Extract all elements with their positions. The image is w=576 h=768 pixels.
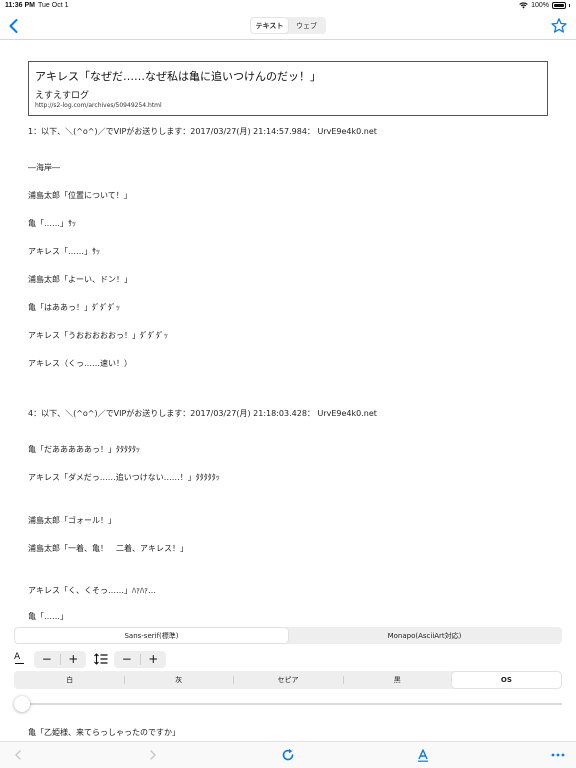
article-body: アキレス「なぜだ……なぜ私は亀に追いつけんのだッ！」 えすえすログ http:/… bbox=[0, 41, 576, 621]
slider-thumb[interactable] bbox=[14, 696, 30, 712]
slider-track bbox=[14, 703, 562, 705]
line-spacing-increase-button[interactable]: + bbox=[141, 651, 167, 668]
font-option-sans-serif[interactable]: Sans-serif(標準) bbox=[15, 628, 288, 643]
text-line: 亀「はああっ！」ﾀﾞﾀﾞﾀﾞｯ bbox=[28, 303, 120, 312]
text-line: 浦島太郎「一着、亀！ 二着、アキレス！」 bbox=[28, 544, 188, 553]
segment-text[interactable]: テキスト bbox=[251, 18, 288, 33]
line-spacing-icon bbox=[94, 653, 108, 665]
text-line: アキレス（くっ……速い！） bbox=[28, 359, 132, 368]
text-line: 浦島太郎「位置について！」 bbox=[28, 191, 132, 200]
status-time: 11:36 PM bbox=[5, 2, 35, 9]
theme-option-sepia[interactable]: セピア bbox=[233, 672, 342, 688]
font-size-decrease-button[interactable]: − bbox=[34, 651, 60, 668]
article-header-card[interactable]: アキレス「なぜだ……なぜ私は亀に追いつけんのだッ！」 えすえすログ http:/… bbox=[28, 61, 548, 116]
brightness-slider[interactable] bbox=[14, 696, 562, 712]
blog-name: えすえすログ bbox=[35, 91, 90, 101]
font-size-increase-button[interactable]: + bbox=[61, 651, 87, 668]
text-line: 浦島太郎「よーい、ドン！」 bbox=[28, 275, 132, 284]
more-icon[interactable] bbox=[550, 747, 566, 763]
chevron-left-icon[interactable] bbox=[10, 747, 26, 763]
display-settings-panel: Sans-serif(標準) Monapo(AsciiArt対応) A − + … bbox=[0, 621, 576, 741]
reload-icon[interactable] bbox=[280, 747, 296, 763]
text-line: 浦島太郎「ゴォール！」 bbox=[28, 516, 116, 525]
reader-screen: 11:36 PM Tue Oct 1 100% テキスト ウェブ アキレス「なぜ… bbox=[0, 0, 576, 768]
star-icon[interactable] bbox=[550, 17, 568, 35]
theme-option-white[interactable]: 白 bbox=[15, 672, 124, 688]
battery-tip bbox=[569, 4, 570, 7]
battery-icon bbox=[552, 2, 566, 9]
font-size-stepper: − + bbox=[34, 651, 86, 668]
text-line: アキレス「く、くそっ……」ﾊｧﾊｧ… bbox=[28, 586, 156, 595]
view-mode-segmented-control: テキスト ウェブ bbox=[250, 17, 326, 34]
line-spacing-stepper: − + bbox=[114, 651, 166, 668]
theme-option-os[interactable]: OS bbox=[451, 672, 562, 688]
theme-segmented-control: 白 灰 セピア 黒 OS bbox=[14, 671, 562, 689]
article-url[interactable]: http://s2-log.com/archives/50949254.html bbox=[35, 102, 162, 109]
font-segmented-control: Sans-serif(標準) Monapo(AsciiArt対応) bbox=[14, 627, 562, 644]
wifi-icon bbox=[519, 2, 528, 9]
font-size-icon: A bbox=[14, 652, 26, 665]
line-spacing-decrease-button[interactable]: − bbox=[114, 651, 140, 668]
text-line: アキレス「……」ｻｯ bbox=[28, 247, 100, 256]
bottom-toolbar bbox=[0, 741, 576, 768]
status-right: 100% bbox=[519, 2, 570, 9]
text-line: ―海岸― bbox=[28, 163, 60, 172]
theme-option-gray[interactable]: 灰 bbox=[124, 672, 233, 688]
text-line: 亀「……」ｻｯ bbox=[28, 219, 76, 228]
font-option-monapo[interactable]: Monapo(AsciiArt対応) bbox=[288, 628, 561, 643]
text-line: 亀「……」 bbox=[28, 612, 68, 621]
chevron-right-icon[interactable] bbox=[145, 747, 161, 763]
battery-percent: 100% bbox=[531, 2, 549, 9]
post-header: 1：以下、＼(^o^)／でVIPがお送りします：2017/03/27(月) 21… bbox=[28, 127, 377, 136]
size-controls: A − + − + bbox=[14, 651, 314, 668]
theme-option-black[interactable]: 黒 bbox=[342, 672, 452, 688]
status-bar: 11:36 PM Tue Oct 1 100% bbox=[0, 0, 576, 12]
article-title: アキレス「なぜだ……なぜ私は亀に追いつけんのだッ！」 bbox=[35, 70, 321, 83]
text-line: アキレス「ダメだっ……追いつけない……！」ﾀﾀﾀﾀﾀｯ bbox=[28, 473, 220, 482]
text-format-icon[interactable] bbox=[415, 747, 431, 763]
text-line: アキレス「うおおおおおっ！」ﾀﾞﾀﾞﾀﾞｯ bbox=[28, 331, 168, 340]
navigation-bar: テキスト ウェブ bbox=[0, 12, 576, 40]
status-date: Tue Oct 1 bbox=[38, 2, 69, 9]
text-line: 亀「だあああああっ！」ﾀﾀﾀﾀﾀｯ bbox=[28, 445, 140, 454]
post-header: 4：以下、＼(^o^)／でVIPがお送りします：2017/03/27(月) 21… bbox=[28, 409, 377, 418]
back-chevron-icon[interactable] bbox=[4, 16, 24, 36]
text-line: 亀「乙姫様、来てらっしゃったのですか」 bbox=[28, 728, 180, 737]
segment-web[interactable]: ウェブ bbox=[288, 18, 325, 33]
